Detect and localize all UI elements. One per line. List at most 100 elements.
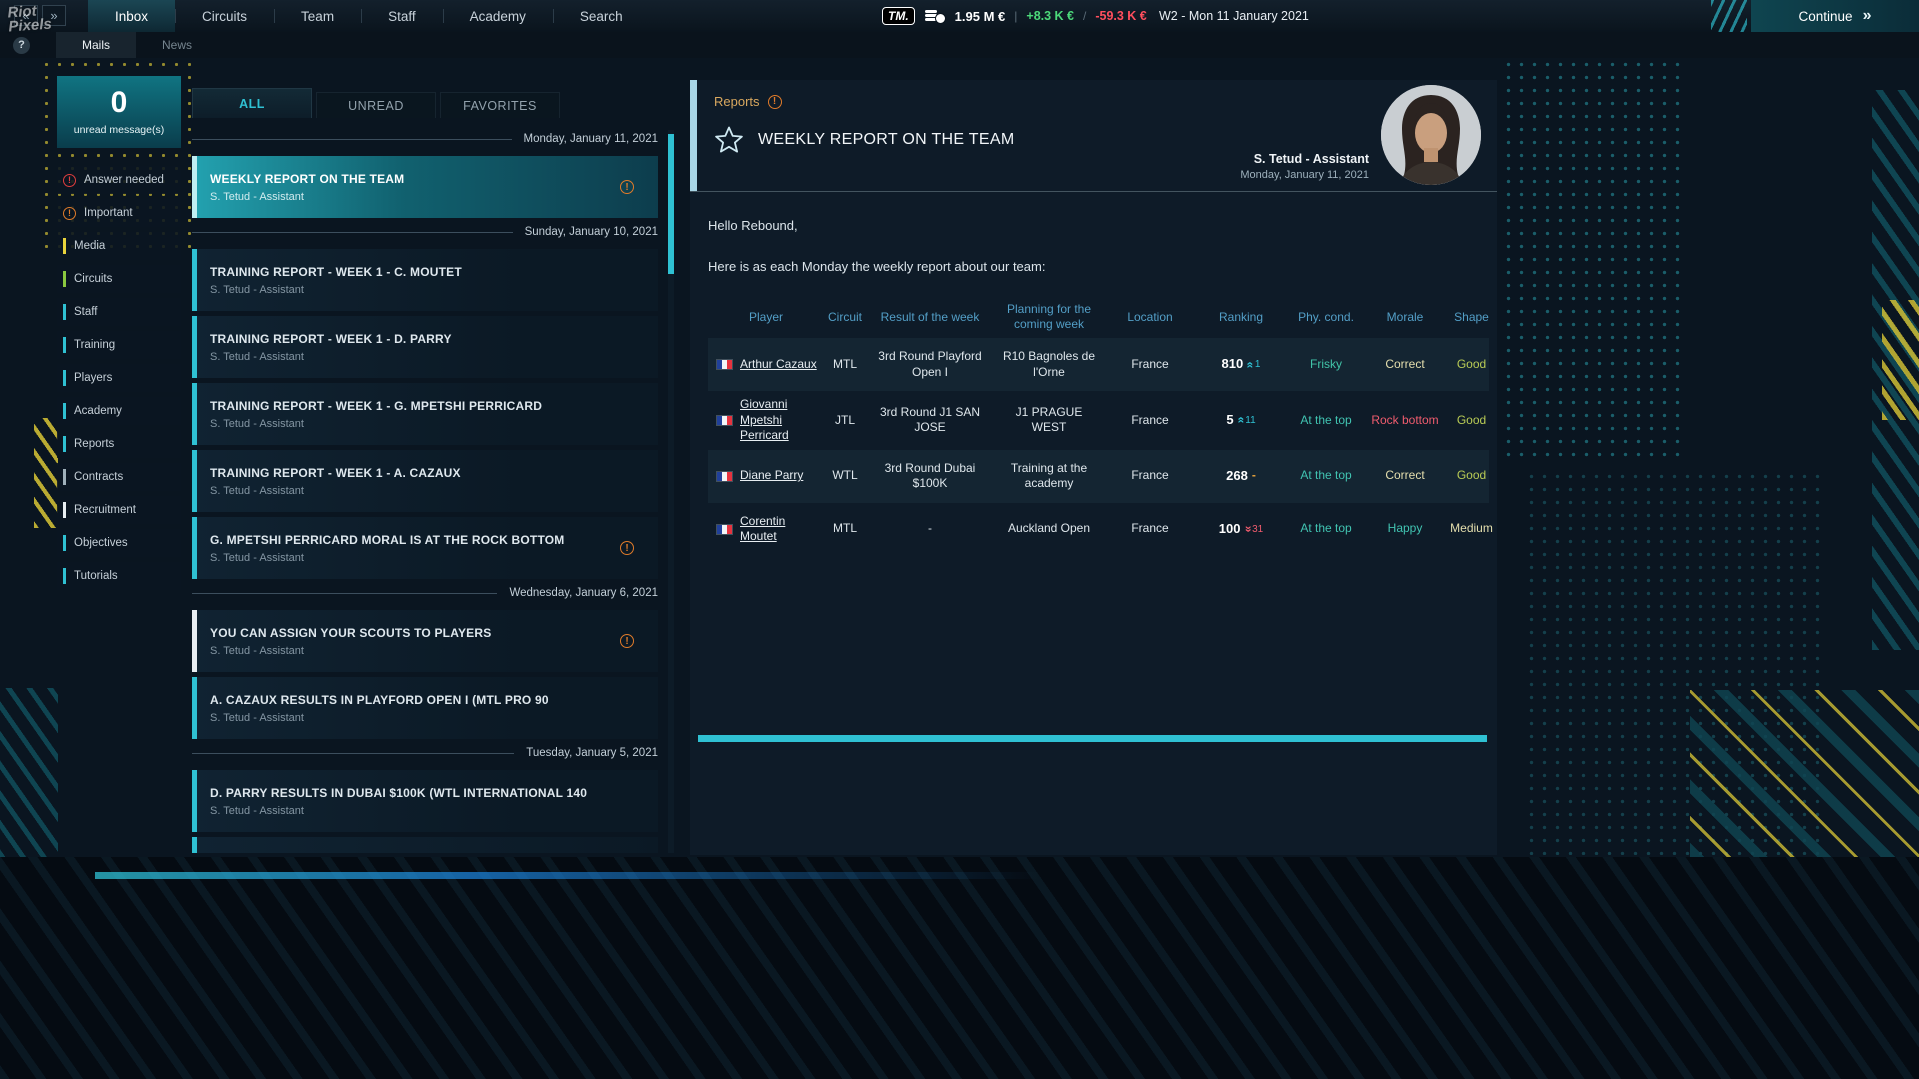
sidebar-item-answer-needed[interactable]: Answer needed (57, 166, 181, 194)
player-link[interactable]: Arthur Cazaux (740, 357, 817, 373)
sidebar-item-tutorials[interactable]: Tutorials (57, 562, 181, 590)
mail-item-partial[interactable] (192, 837, 658, 853)
sidebar-item-contracts[interactable]: Contracts (57, 463, 181, 491)
scrollbar-thumb[interactable] (668, 134, 674, 274)
tab-all[interactable]: ALL (192, 88, 312, 118)
mail-item[interactable]: WEEKLY REPORT ON THE TEAM S. Tetud - Ass… (192, 156, 658, 218)
mail-list-scrollbar[interactable] (668, 130, 674, 853)
sidebar-item-circuits[interactable]: Circuits (57, 265, 181, 293)
tab-unread[interactable]: UNREAD (316, 92, 436, 118)
sidebar-item-academy[interactable]: Academy (57, 397, 181, 425)
weekly-expense: -59.3 K € (1095, 9, 1147, 23)
mail-item[interactable]: TRAINING REPORT - WEEK 1 - C. MOUTET S. … (192, 249, 658, 311)
sidebar-item-training[interactable]: Training (57, 331, 181, 359)
sidebar-item-media[interactable]: Media (57, 232, 181, 260)
nav-tab-circuits[interactable]: Circuits (175, 0, 274, 32)
mail-accent-bar (192, 316, 197, 378)
sidebar-item-label: Important (84, 207, 133, 219)
decor-dots-teal-top (1502, 58, 1687, 458)
mail-item[interactable]: G. MPETSHI PERRICARD MORAL IS AT THE ROC… (192, 517, 658, 579)
decor-bottom-band (0, 857, 1919, 1079)
sidebar-item-label: Answer needed (84, 174, 164, 186)
col-header-morale: Morale (1386, 309, 1424, 324)
rank-change: 31 (1244, 523, 1263, 536)
decor-stripes-left (0, 688, 58, 858)
decor-dots-teal-bottom (1525, 470, 1825, 855)
nav-tab-team[interactable]: Team (274, 0, 361, 32)
tab-mails[interactable]: Mails (56, 32, 137, 58)
divider (192, 752, 515, 754)
mail-category: Reports (714, 94, 1477, 109)
tab-favorites[interactable]: FAVORITES (440, 92, 560, 118)
continue-button[interactable]: Continue » (1751, 0, 1919, 32)
unread-count: 0 (110, 86, 128, 119)
decor-stripes-right-yellow (1882, 300, 1919, 420)
mail-list: Monday, January 11, 2021 WEEKLY REPORT O… (192, 130, 676, 853)
cell-planning: Training at the academy (1010, 460, 1088, 491)
mail-item[interactable]: TRAINING REPORT - WEEK 1 - D. PARRY S. T… (192, 316, 658, 378)
tab-news[interactable]: News (136, 32, 218, 58)
mail-category-label: Reports (714, 94, 760, 109)
sidebar-item-staff[interactable]: Staff (57, 298, 181, 326)
help-icon[interactable]: ? (13, 36, 30, 54)
category-color-bar (63, 436, 66, 452)
sidebar-item-important[interactable]: Important (57, 199, 181, 227)
divider (192, 231, 513, 233)
mail-item[interactable]: YOU CAN ASSIGN YOUR SCOUTS TO PLAYERS S.… (192, 610, 658, 672)
nav-tab-inbox[interactable]: Inbox (88, 0, 176, 32)
mail-sender: S. Tetud - Assistant (210, 283, 304, 296)
cell-shape: Medium (1450, 521, 1493, 536)
cell-shape: Good (1456, 356, 1487, 371)
rank-number: 5 (1226, 411, 1234, 427)
alert-icon (63, 173, 76, 187)
mail-accent-bar (192, 450, 197, 512)
coins-icon (924, 8, 946, 25)
cell-phy-cond: At the top (1300, 521, 1352, 536)
sidebar-item-label: Players (74, 372, 113, 384)
sidebar-item-players[interactable]: Players (57, 364, 181, 392)
alert-icon (620, 180, 634, 194)
col-header-planning: Planning for the coming week (1006, 302, 1092, 331)
sidebar-item-objectives[interactable]: Objectives (57, 529, 181, 557)
decor-stripes-left-yellow (34, 418, 58, 528)
sidebar-item-recruitment[interactable]: Recruitment (57, 496, 181, 524)
cell-location: France (1131, 356, 1169, 371)
sidebar-item-label: Recruitment (74, 504, 136, 516)
col-header-player: Player (748, 309, 783, 324)
mail-item[interactable]: TRAINING REPORT - WEEK 1 - G. MPETSHI PE… (192, 383, 658, 445)
cell-location: France (1131, 521, 1169, 536)
rank-delta: - (1251, 468, 1256, 483)
nav-tab-staff[interactable]: Staff (361, 0, 443, 32)
mail-title: TRAINING REPORT - WEEK 1 - C. MOUTET (210, 264, 462, 279)
sidebar-item-reports[interactable]: Reports (57, 430, 181, 458)
mail-title: TRAINING REPORT - WEEK 1 - G. MPETSHI PE… (210, 398, 543, 413)
decor-stripes-right (1872, 90, 1919, 650)
player-link[interactable]: Giovanni Mpetshi Perricard (740, 397, 820, 444)
mail-item[interactable]: TRAINING REPORT - WEEK 1 - A. CAZAUX S. … (192, 450, 658, 512)
unread-counter: 0 unread message(s) (57, 76, 181, 148)
decor-corner-bottom-right (1690, 690, 1919, 857)
france-flag-icon (716, 414, 733, 426)
player-link[interactable]: Corentin Moutet (740, 514, 820, 545)
nav-tab-academy[interactable]: Academy (442, 0, 553, 32)
nav-tab-search[interactable]: Search (552, 0, 650, 32)
cell-ranking: 100 31 (1196, 503, 1286, 556)
category-color-bar (63, 568, 66, 584)
col-header-shape: Shape (1454, 309, 1489, 324)
alert-icon (620, 634, 634, 648)
date-separator: Monday, January 11, 2021 (192, 130, 658, 148)
avatar (1381, 85, 1481, 185)
player-link[interactable]: Diane Parry (740, 468, 803, 484)
alert-icon (767, 94, 782, 109)
mail-item[interactable]: A. CAZAUX RESULTS IN PLAYFORD OPEN I (MT… (192, 677, 658, 739)
divider (192, 592, 498, 594)
date-separator: Sunday, January 10, 2021 (192, 223, 658, 241)
favorite-star-icon[interactable] (714, 125, 744, 155)
continue-label: Continue (1798, 8, 1853, 24)
group-date: Tuesday, January 5, 2021 (526, 747, 658, 759)
mail-sender: S. Tetud - Assistant (210, 804, 304, 817)
cell-player: Arthur Cazaux (708, 338, 824, 391)
mail-item[interactable]: D. PARRY RESULTS IN DUBAI $100K (WTL INT… (192, 770, 658, 832)
mail-title: TRAINING REPORT - WEEK 1 - D. PARRY (210, 331, 452, 346)
reader-scrollbar[interactable] (698, 735, 1487, 742)
